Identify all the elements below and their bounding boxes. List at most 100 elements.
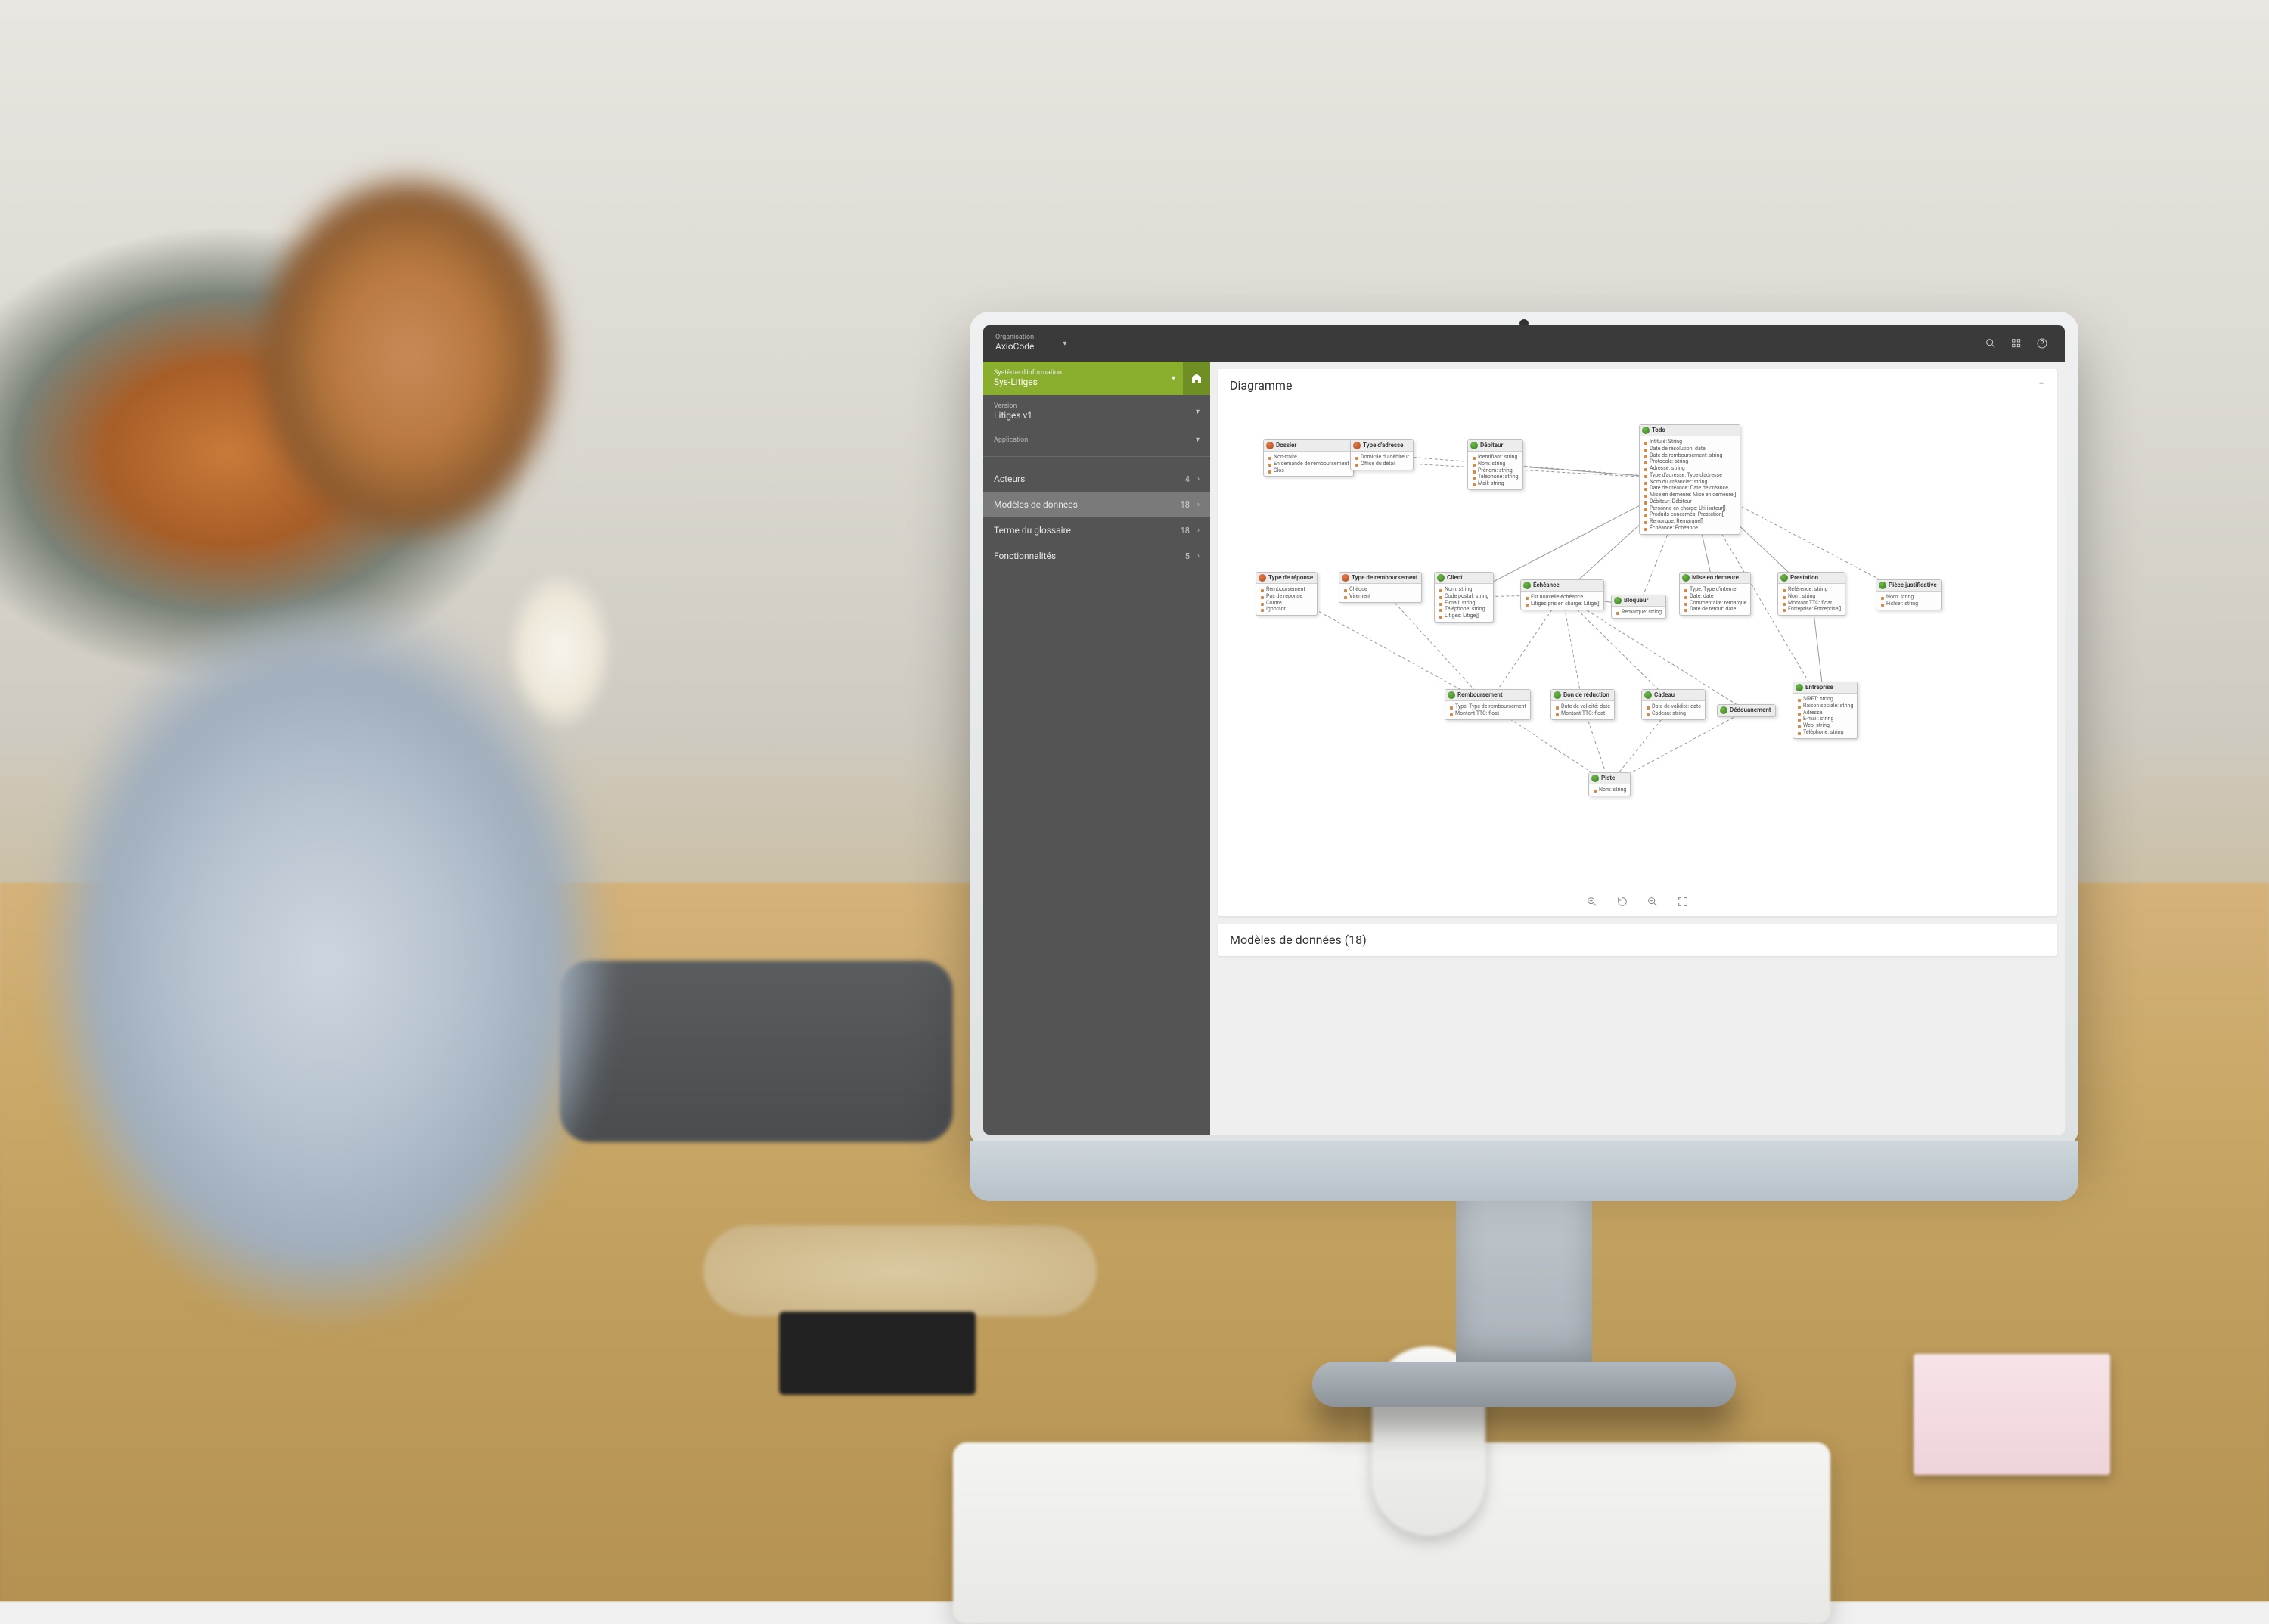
monitor: Organisation AxioCode ▾ <box>983 325 2065 1135</box>
node-attribute: Web: string <box>1797 722 1853 729</box>
diagram-node[interactable]: PrestationRéférence: stringNom: stringMo… <box>1777 572 1845 616</box>
nav-item-label: Terme du glossaire <box>994 525 1181 536</box>
diagram-node[interactable]: Pièce justificativeNom: stringFichier: s… <box>1876 579 1942 610</box>
node-attribute: Date de résolution: date <box>1644 446 1736 452</box>
nav-item-count: 18 <box>1181 500 1190 510</box>
diagram-node[interactable]: CadeauDate de validité: dateCadeau: stri… <box>1641 689 1706 720</box>
node-body: Nom: stringCode postal: stringE-mail: st… <box>1435 584 1493 622</box>
diagram-node[interactable]: Type d'adresseDomicile du débiteurOffice… <box>1350 439 1414 470</box>
node-attribute: Type d'adresse: Type d'adresse <box>1644 472 1736 479</box>
node-attribute: Débiteur: Débiteur <box>1644 498 1736 505</box>
node-attribute: Raison sociale: string <box>1797 703 1853 710</box>
node-title: Prestation <box>1778 573 1845 584</box>
node-attribute: E-mail: string <box>1797 716 1853 722</box>
diagram-panel-header[interactable]: Diagramme ⌃ <box>1218 369 2057 402</box>
node-body: Est nouvelle échéanceLitiges pris en cha… <box>1521 592 1603 610</box>
nav-item-count: 18 <box>1181 526 1190 536</box>
diagram-node[interactable]: Piste Nom: string <box>1588 772 1631 796</box>
divider <box>983 456 1210 457</box>
diagram-node[interactable]: EntrepriseSIRET: stringRaison sociale: s… <box>1793 682 1858 739</box>
node-attribute: Virement <box>1343 593 1417 600</box>
diagram-node[interactable]: Bon de réductionDate de validité: dateMo… <box>1550 689 1615 720</box>
org-selector[interactable]: Organisation AxioCode <box>995 334 1034 352</box>
nav-item[interactable]: Fonctionnalités5› <box>983 543 1210 569</box>
node-body: Non-traitéEn demande de remboursementClo… <box>1264 452 1353 476</box>
node-attribute: Litiges: Litige[] <box>1439 613 1489 619</box>
diagram-node[interactable]: DossierNon-traitéEn demande de rembourse… <box>1263 439 1354 477</box>
fullscreen-icon[interactable] <box>1675 893 1691 910</box>
topbar: Organisation AxioCode ▾ <box>983 325 2065 362</box>
search-icon[interactable] <box>1980 333 2001 354</box>
diagram-node[interactable]: ClientNom: stringCode postal: stringE-ma… <box>1434 572 1494 623</box>
node-body: Nom: stringFichier: string <box>1876 592 1941 610</box>
zoom-out-icon[interactable] <box>1644 893 1661 910</box>
application-selector[interactable]: Application ▾ <box>983 428 1210 452</box>
node-attribute: Adresse <box>1797 710 1853 716</box>
chevron-right-icon: › <box>1197 552 1200 560</box>
monitor-chin <box>970 1141 2078 1201</box>
node-attribute: Type: Type de remboursement <box>1449 703 1526 710</box>
diagram-node[interactable]: TodoIntitulé: StringDate de résolution: … <box>1639 424 1740 535</box>
node-attribute: Adresse: string <box>1644 465 1736 472</box>
diagram-node[interactable]: Type de remboursementChèqueVirement <box>1339 572 1422 603</box>
diagram-node[interactable]: Mise en demeureType: Type d'interneDate:… <box>1679 572 1751 616</box>
chevron-right-icon: › <box>1197 501 1200 509</box>
node-title: Piste <box>1589 773 1630 784</box>
help-icon[interactable] <box>2032 333 2053 354</box>
node-attribute: En demande de remboursement <box>1268 461 1349 467</box>
node-title: Bloqueur <box>1612 595 1665 607</box>
node-body: Remarque: string <box>1612 607 1665 618</box>
node-attribute: Remarque: Remarque[] <box>1644 518 1736 525</box>
node-attribute: Prénom: string <box>1472 467 1519 474</box>
diagram-node[interactable]: DébiteurIdentifiant: stringNom: stringPr… <box>1467 439 1523 490</box>
chevron-up-icon[interactable]: ⌃ <box>2038 380 2045 391</box>
nav-item-count: 5 <box>1185 551 1190 561</box>
diagram-node[interactable]: Dédouanement <box>1717 704 1776 717</box>
nav-item-label: Modèles de données <box>994 499 1181 510</box>
zoom-in-icon[interactable] <box>1584 893 1600 910</box>
node-body: SIRET: stringRaison sociale: stringAdres… <box>1793 694 1857 738</box>
org-name: AxioCode <box>995 341 1034 352</box>
diagram-node[interactable]: BloqueurRemarque: string <box>1611 595 1666 619</box>
data-models-title: Modèles de données (18) <box>1230 933 1367 947</box>
version-label: Version <box>994 402 1196 410</box>
node-title: Todo <box>1640 425 1740 436</box>
diagram-node[interactable]: ÉchéanceEst nouvelle échéanceLitiges pri… <box>1520 579 1604 610</box>
node-body: Intitulé: StringDate de résolution: date… <box>1640 436 1740 534</box>
node-attribute: Nom du créancier: string <box>1644 479 1736 486</box>
chevron-right-icon: › <box>1197 475 1200 483</box>
chevron-down-icon[interactable]: ▾ <box>1063 340 1066 348</box>
diagram-node[interactable]: RemboursementType: Type de remboursement… <box>1445 689 1531 720</box>
chevron-down-icon: ▾ <box>1196 436 1200 444</box>
node-title: Type d'adresse <box>1351 440 1413 452</box>
node-attribute: Produits concernés: Prestation[] <box>1644 511 1736 518</box>
home-button[interactable] <box>1183 362 1210 395</box>
nav-list: Acteurs4›Modèles de données18›Terme du g… <box>983 461 1210 569</box>
reset-view-icon[interactable] <box>1614 893 1631 910</box>
node-attribute: Est nouvelle échéance <box>1525 594 1600 601</box>
nav-item[interactable]: Terme du glossaire18› <box>983 517 1210 543</box>
node-attribute: Mail: string <box>1472 480 1519 487</box>
nav-item[interactable]: Acteurs4› <box>983 466 1210 492</box>
sticky-notes <box>1914 1354 2110 1475</box>
diagram-node[interactable]: Type de réponseRemboursementPas de répon… <box>1256 572 1318 616</box>
apps-grid-icon[interactable] <box>2006 333 2027 354</box>
nav-item[interactable]: Modèles de données18 › <box>983 492 1210 517</box>
org-label: Organisation <box>995 334 1034 341</box>
node-attribute: Code postal: string <box>1439 593 1489 600</box>
node-title: Mise en demeure <box>1680 573 1750 584</box>
node-body: ChèqueVirement <box>1339 584 1421 602</box>
node-attribute: Pas de réponse <box>1260 593 1313 600</box>
node-attribute: Nom: string <box>1782 593 1841 600</box>
data-models-panel: Modèles de données (18) <box>1218 924 2057 956</box>
node-attribute: Intitulé: String <box>1644 439 1736 446</box>
version-selector[interactable]: Version Litiges v1 ▾ <box>983 395 1210 428</box>
data-models-header[interactable]: Modèles de données (18) <box>1218 924 2057 956</box>
diagram-canvas[interactable]: DossierNon-traitéEn demande de rembourse… <box>1218 402 2057 916</box>
node-attribute: Non-traité <box>1268 454 1349 461</box>
system-selector[interactable]: Système d'information Sys-Litiges ▾ <box>983 362 1210 395</box>
pens-tray <box>703 1225 1097 1316</box>
node-body: Domicile du débiteurOffice du détail <box>1351 452 1413 470</box>
node-attribute: Nom: string <box>1593 787 1626 793</box>
node-attribute: Domicile du débiteur <box>1355 454 1409 461</box>
